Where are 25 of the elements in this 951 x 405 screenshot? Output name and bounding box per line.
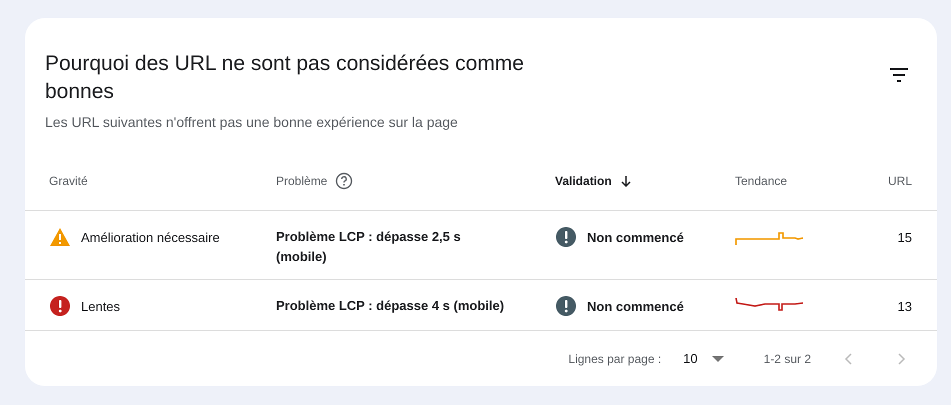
- rows-per-page-select[interactable]: 10: [683, 351, 724, 366]
- warning-icon: [49, 226, 71, 248]
- problem-text: Problème LCP : dépasse 2,5 s (mobile): [276, 228, 462, 266]
- severity-label: Amélioration nécessaire: [81, 230, 220, 244]
- column-header[interactable]: Problème: [276, 174, 328, 188]
- alert-icon: [555, 295, 577, 317]
- page-range: 1-2 sur 2: [764, 352, 811, 366]
- alert-icon: [555, 226, 577, 248]
- problem-text: Problème LCP : dépasse 4 s (mobile): [276, 297, 506, 315]
- card-subtitle: Les URL suivantes n'offrent pas une bonne expérience sur la page: [45, 114, 459, 130]
- error-icon: [49, 295, 71, 317]
- rows-per-page-label: Lignes par page :: [568, 352, 662, 366]
- caret-icon[interactable]: [712, 356, 724, 362]
- validation-status: Non commencé: [587, 298, 684, 314]
- column-header[interactable]: Gravité: [49, 174, 88, 188]
- sort-arrow-icon[interactable]: [620, 175, 632, 187]
- column-header[interactable]: Validation: [555, 174, 612, 188]
- column-header[interactable]: Tendance: [735, 174, 788, 188]
- url-count: 13: [898, 298, 912, 314]
- url-count: 15: [898, 230, 912, 244]
- help-icon[interactable]: [335, 172, 354, 190]
- validation-status: Non commencé: [587, 230, 684, 244]
- severity-label: Lentes: [81, 298, 120, 314]
- card-title: Pourquoi des URL ne sont pas considérées comme bonnes: [45, 51, 525, 105]
- column-header[interactable]: URL: [888, 174, 912, 188]
